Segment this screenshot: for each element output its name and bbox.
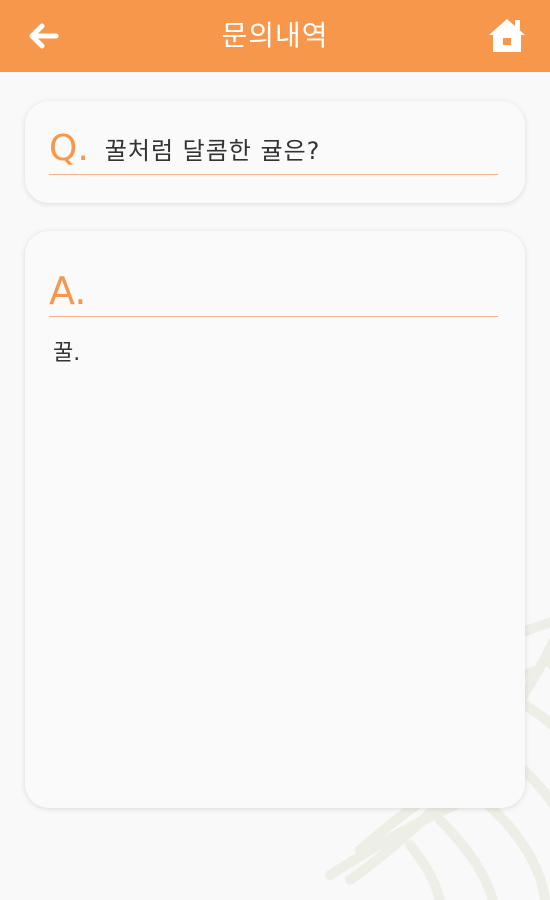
page-title: 문의내역 — [221, 19, 329, 52]
answer-card: A. 꿀. — [25, 231, 525, 808]
answer-header-row: A. — [49, 265, 498, 317]
question-row: Q. 꿀처럼 달콤한 귤은? — [49, 123, 498, 175]
home-button[interactable] — [486, 14, 528, 56]
inquiry-detail-page: 문의내역 Q. 꿀처럼 달콤한 귤은? A. 꿀. — [0, 0, 550, 900]
answer-marker: A. — [49, 268, 87, 313]
question-card: Q. 꿀처럼 달콤한 귤은? — [25, 101, 525, 203]
home-icon — [489, 19, 525, 52]
question-text: 꿀처럼 달콤한 귤은? — [104, 137, 321, 165]
question-marker: Q. — [49, 127, 89, 169]
answer-text: 꿀. — [53, 341, 81, 366]
app-header: 문의내역 — [0, 0, 550, 72]
